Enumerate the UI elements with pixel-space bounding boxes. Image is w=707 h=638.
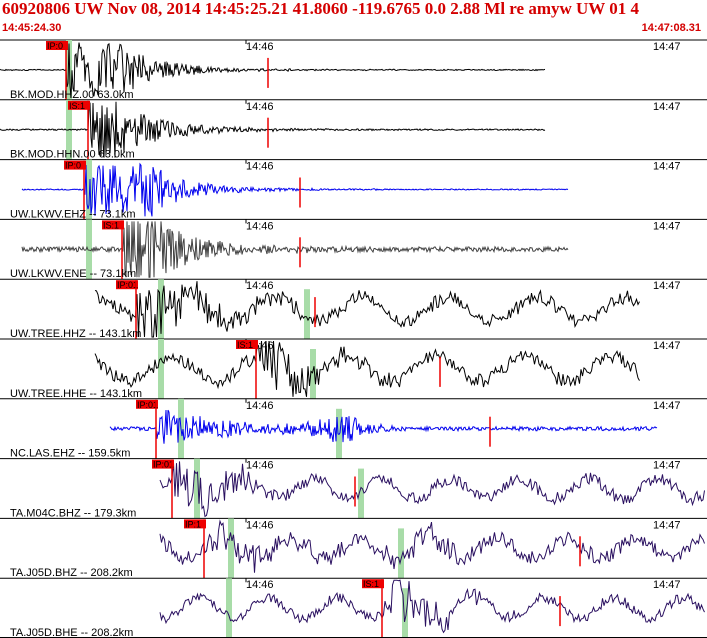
waveform[interactable] bbox=[94, 340, 640, 397]
trace-label: UW.LKWV.ENE -- 73.1km bbox=[10, 268, 136, 280]
minute-label-1447: 14:47 bbox=[653, 280, 681, 292]
trace-panel[interactable]: 14:46 14:47 IS:1 UW.LKWV.ENE -- 73.1km bbox=[0, 218, 707, 280]
minute-label-1446: 14:46 bbox=[246, 579, 274, 591]
waveform[interactable] bbox=[159, 579, 705, 634]
arrival-marker bbox=[304, 289, 310, 339]
minute-label-1447: 14:47 bbox=[653, 101, 681, 113]
minute-label-1446: 14:46 bbox=[246, 519, 274, 531]
trace-panel[interactable]: 14:46 14:47 IS:1 BK.MOD.HHN.00 63.0km bbox=[0, 99, 707, 161]
phase-pick-label: IP:01 bbox=[137, 400, 158, 410]
minute-label-1447: 14:47 bbox=[653, 579, 681, 591]
phase-pick-label: IP:0 bbox=[65, 161, 81, 171]
trace-panel[interactable]: 14:46 14:47 IP:0 BK.MOD.HHZ.00 63.0km bbox=[0, 39, 707, 101]
phase-pick-label: IS:1 bbox=[69, 101, 85, 111]
waveform[interactable] bbox=[159, 519, 705, 573]
trace-label: BK.MOD.HHN.00 63.0km bbox=[10, 149, 135, 161]
minute-label-1447: 14:47 bbox=[653, 220, 681, 232]
minute-label-1447: 14:47 bbox=[653, 460, 681, 472]
minute-label-1446: 14:46 bbox=[246, 220, 274, 232]
minute-label-1446: 14:46 bbox=[246, 460, 274, 472]
trace-panel[interactable]: 14:46 14:47IS:1UW.TREE.HHE -- 143.1km bbox=[0, 338, 707, 400]
phase-pick-label: IS:1 bbox=[103, 220, 119, 230]
trace-label: UW.TREE.HHE -- 143.1km bbox=[10, 388, 142, 400]
trace-panel[interactable]: 14:46 14:47 IP:0 UW.LKWV.EHZ -- 73.1km bbox=[0, 159, 707, 221]
trace-label: TA.M04C.BHZ -- 179.3km bbox=[10, 507, 136, 519]
minute-label-1446: 14:46 bbox=[246, 41, 274, 53]
minute-label-1446: 14:46 bbox=[246, 101, 274, 113]
minute-label-1447: 14:47 bbox=[653, 400, 681, 412]
minute-label-1447: 14:47 bbox=[653, 161, 681, 173]
minute-label-1447: 14:47 bbox=[653, 519, 681, 531]
trace-label: NC.LAS.EHZ -- 159.5km bbox=[10, 448, 130, 460]
trace-panel[interactable]: 14:46 14:47 IP:01 UW.TREE.HHZ -- 143.1km bbox=[0, 278, 707, 340]
waveform[interactable] bbox=[159, 461, 705, 518]
trace-label: TA.J05D.BHZ -- 208.2km bbox=[10, 567, 133, 579]
phase-pick-label: IP:1 bbox=[185, 519, 201, 529]
trace-label: TA.J05D.BHE -- 208.2km bbox=[10, 627, 133, 638]
minute-label-1446: 14:46 bbox=[246, 400, 274, 412]
trace-panel[interactable]: 14:46 14:47 IP:1 TA.J05D.BHZ -- 208.2km bbox=[0, 517, 707, 579]
minute-label-1446: 14:46 bbox=[246, 161, 274, 173]
phase-pick-label: IP:01 bbox=[117, 280, 138, 290]
minute-label-1447: 14:47 bbox=[653, 41, 681, 53]
trace-label: UW.LKWV.EHZ -- 73.1km bbox=[10, 208, 136, 220]
trace-panel[interactable]: 14:46 14:47 IS:1 TA.J05D.BHE -- 208.2km bbox=[0, 577, 707, 638]
arrival-marker bbox=[158, 339, 164, 399]
arrival-marker bbox=[228, 518, 234, 579]
phase-pick-label: IP:0 bbox=[47, 41, 63, 51]
trace-panel[interactable]: 14:46 14:47 IP:01 NC.LAS.EHZ -- 159.5km bbox=[0, 398, 707, 460]
arrival-marker bbox=[226, 578, 232, 638]
trace-label: BK.MOD.HHZ.00 63.0km bbox=[10, 89, 133, 101]
minute-label-1447: 14:47 bbox=[653, 340, 681, 352]
trace-panel[interactable]: 14:46 14:47 IP:01 TA.M04C.BHZ -- 179.3km bbox=[0, 458, 707, 520]
waveform[interactable] bbox=[94, 281, 640, 338]
phase-pick-label: IP:01 bbox=[153, 460, 174, 470]
phase-pick-label: IS:1 bbox=[363, 579, 379, 589]
minute-label-1446: 14:46 bbox=[246, 280, 274, 292]
arrival-marker bbox=[194, 458, 200, 519]
phase-pick-label: IS:1 bbox=[237, 340, 253, 350]
seismogram-panel[interactable]: 14:46 14:47IP:0BK.MOD.HHZ.00 63.0km14:46 1… bbox=[0, 0, 707, 638]
trace-label: UW.TREE.HHZ -- 143.1km bbox=[10, 328, 141, 340]
waveform[interactable] bbox=[109, 409, 658, 444]
